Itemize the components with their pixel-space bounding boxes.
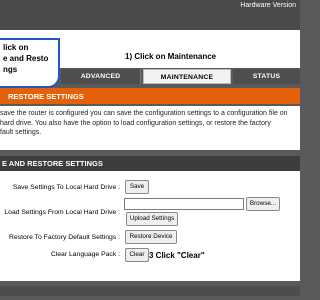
save-button[interactable]: Save <box>125 180 149 194</box>
section-description: save the router is configured you can sa… <box>0 106 300 150</box>
instruction-callout: lick on e and Resto ngs <box>0 38 60 88</box>
tab-maintenance[interactable]: MAINTENANCE <box>143 69 231 84</box>
description-line: save the router is configured you can sa… <box>0 110 288 117</box>
callout-line: lick on <box>3 43 29 52</box>
section-header-restore: RESTORE SETTINGS <box>0 88 300 104</box>
description-line: fault settings. <box>0 129 42 136</box>
file-path-input[interactable] <box>124 198 244 210</box>
router-admin-page: Hardware Version 1) Click on Maintenance… <box>0 0 300 300</box>
hardware-version-text: Hardware Version <box>240 2 296 9</box>
tab-status[interactable]: STATUS <box>233 69 300 84</box>
restore-factory-label: Restore To Factory Default Settings : <box>9 234 120 241</box>
footer-strip <box>0 286 300 296</box>
upload-settings-button[interactable]: Upload Settings <box>126 212 178 226</box>
save-settings-label: Save Settings To Local Hard Drive : <box>12 184 120 191</box>
section-header-save-restore: E AND RESTORE SETTINGS <box>0 156 300 171</box>
load-settings-label: Load Settings From Local Hard Drive : <box>4 209 120 216</box>
browse-button[interactable]: Browse... <box>246 197 280 211</box>
section-title: RESTORE SETTINGS <box>8 92 84 101</box>
description-line: hard drive. You also have the option to … <box>0 119 271 127</box>
top-bar: Hardware Version <box>0 0 300 30</box>
clear-language-label: Clear Language Pack : <box>50 251 120 258</box>
section-title: E AND RESTORE SETTINGS <box>2 159 103 168</box>
restore-device-button[interactable]: Restore Device <box>125 230 177 244</box>
clear-button[interactable]: Clear <box>125 248 149 262</box>
callout-line: ngs <box>3 65 18 74</box>
tab-advanced[interactable]: ADVANCED <box>61 69 141 84</box>
instruction-step-3: 3 Click "Clear" <box>149 251 205 260</box>
callout-line: e and Resto <box>3 54 49 63</box>
instruction-step-1: 1) Click on Maintenance <box>125 52 217 61</box>
